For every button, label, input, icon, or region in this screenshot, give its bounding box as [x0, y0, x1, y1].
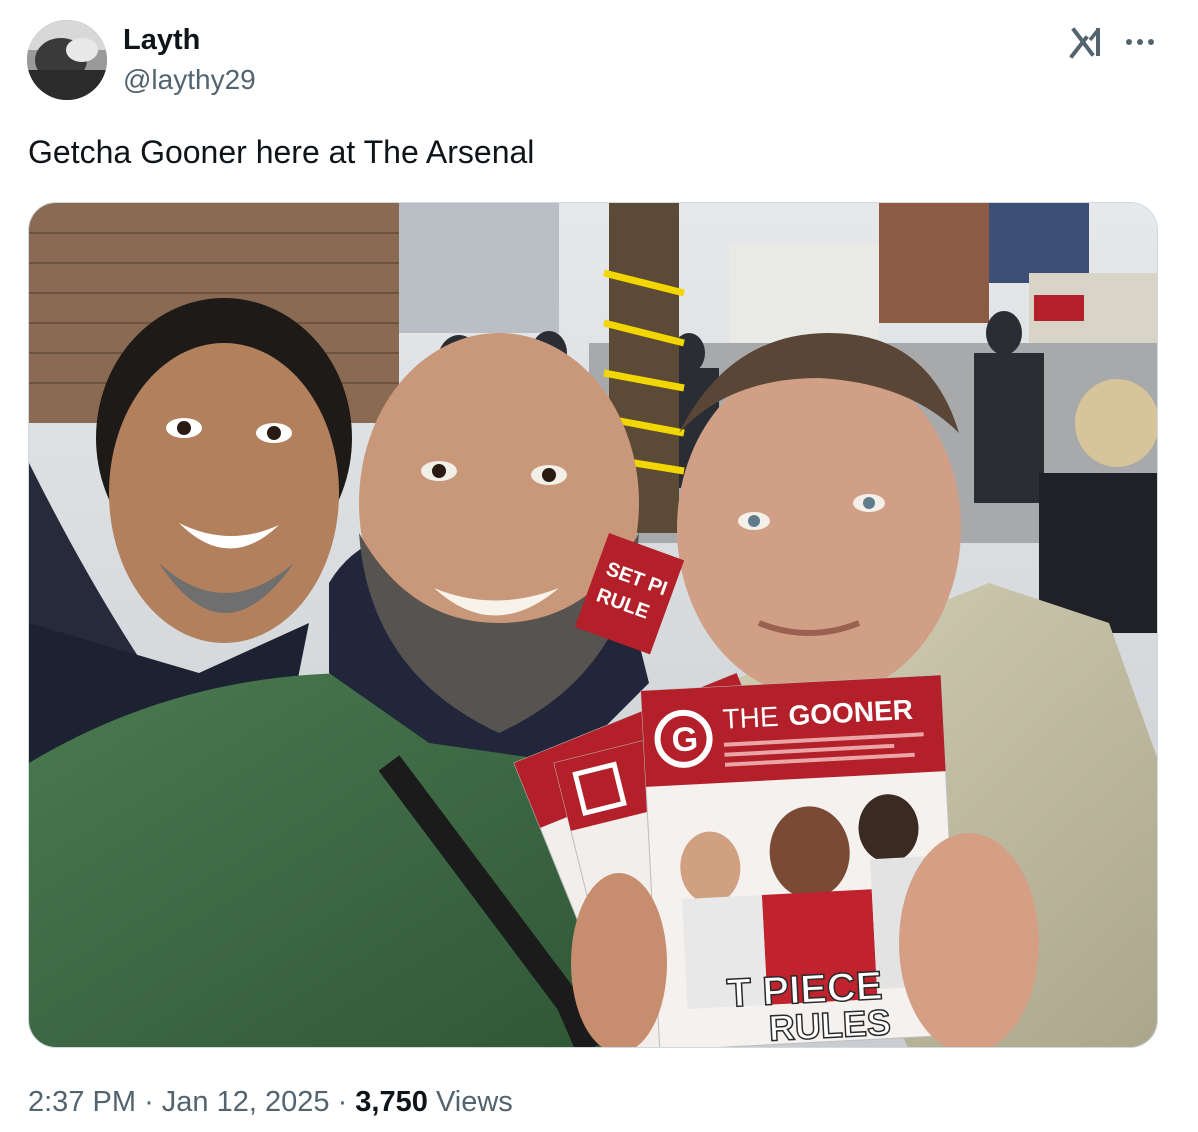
avatar[interactable]: [27, 20, 107, 100]
tweet-time[interactable]: 2:37 PM: [28, 1086, 136, 1118]
magazine-headline-2: RULES: [768, 1001, 892, 1048]
selfie-photo-illustration: SET PI RULE G THE GOONER T PIECE RULES: [29, 203, 1157, 1048]
tweet-photo[interactable]: SET PI RULE G THE GOONER T PIECE RULES: [28, 202, 1158, 1048]
magazine-logo-letter: G: [671, 720, 699, 759]
author-display-name[interactable]: Layth: [123, 22, 200, 58]
magazine-brand-the: THE: [722, 701, 780, 735]
views-label: Views: [435, 1086, 513, 1118]
meta-separator-1: ·: [144, 1086, 154, 1118]
magazine-brand-gooner: GOONER: [788, 694, 914, 731]
meta-separator-2: ·: [337, 1086, 348, 1118]
tweet-text: Getcha Gooner here at The Arsenal: [28, 134, 535, 170]
profile-avatar-image: [27, 20, 107, 100]
grok-icon[interactable]: [1068, 24, 1108, 60]
tweet-date[interactable]: Jan 12, 2025: [162, 1086, 330, 1118]
more-icon[interactable]: [1124, 28, 1156, 56]
author-handle[interactable]: @laythy29: [123, 62, 256, 98]
tweet-meta: 2:37 PM · Jan 12, 2025 · 3,750 Views: [28, 1084, 513, 1120]
views-count: 3,750: [355, 1086, 428, 1118]
